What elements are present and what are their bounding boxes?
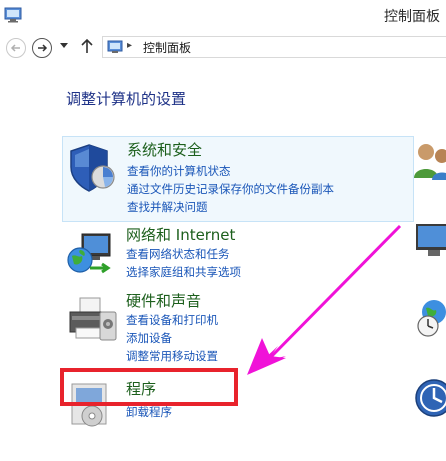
link-uninstall-program[interactable]: 卸载程序 [126, 404, 172, 420]
appearance-icon[interactable] [412, 218, 446, 262]
network-globe-icon [67, 233, 111, 274]
up-button[interactable] [80, 38, 94, 57]
category-title[interactable]: 网络和 Internet [126, 224, 235, 245]
category-network-internet[interactable]: 网络和 Internet 查看网络状态和任务 选择家庭组和共享选项 [62, 224, 414, 286]
page-title: 调整计算机的设置 [66, 90, 187, 108]
window-title: 控制面板 [384, 9, 440, 25]
chevron-down-icon [60, 43, 68, 48]
title-bar: 控制面板 [0, 0, 446, 32]
address-field[interactable]: ▸ 控制面板 [102, 36, 446, 58]
link-file-history-backup[interactable]: 通过文件历史记录保存你的文件备份副本 [127, 181, 334, 197]
control-panel-icon [4, 7, 22, 23]
category-title[interactable]: 系统和安全 [127, 139, 202, 160]
recent-locations-dropdown[interactable] [60, 42, 68, 52]
category-title[interactable]: 硬件和声音 [126, 290, 201, 311]
shield-icon [70, 144, 115, 192]
link-add-device[interactable]: 添加设备 [126, 330, 172, 346]
forward-arrow-icon [38, 44, 48, 52]
link-mobility-settings[interactable]: 调整常用移动设置 [126, 348, 218, 364]
breadcrumb-location[interactable]: 控制面板 [143, 39, 191, 56]
breadcrumb-separator[interactable]: ▸ [127, 40, 132, 51]
link-devices-printers[interactable]: 查看设备和打印机 [126, 312, 218, 328]
link-view-computer-status[interactable]: 查看你的计算机状态 [127, 163, 231, 179]
category-system-security[interactable]: 系统和安全 查看你的计算机状态 通过文件历史记录保存你的文件备份副本 查找并解决… [62, 136, 414, 222]
link-homegroup-sharing[interactable]: 选择家庭组和共享选项 [126, 264, 241, 280]
control-panel-window: 控制面板 ▸ 控制面板 调整计算机的设置 系统和安全 查看你的计算机状态 通过文… [0, 0, 446, 461]
back-button[interactable] [6, 38, 26, 58]
link-network-status[interactable]: 查看网络状态和任务 [126, 246, 230, 262]
up-arrow-icon [81, 38, 93, 53]
clock-globe-icon[interactable] [412, 296, 446, 340]
forward-button[interactable] [32, 38, 52, 58]
category-hardware-sound[interactable]: 硬件和声音 查看设备和打印机 添加设备 调整常用移动设置 [62, 290, 414, 366]
ease-of-access-icon[interactable] [412, 376, 446, 420]
printer-icon [69, 297, 117, 341]
address-bar: ▸ 控制面板 [0, 32, 446, 62]
control-panel-icon [107, 40, 123, 53]
back-arrow-icon [10, 44, 20, 52]
user-accounts-icon[interactable] [412, 140, 446, 184]
link-troubleshoot[interactable]: 查找并解决问题 [127, 199, 208, 215]
highlight-box [60, 368, 238, 406]
